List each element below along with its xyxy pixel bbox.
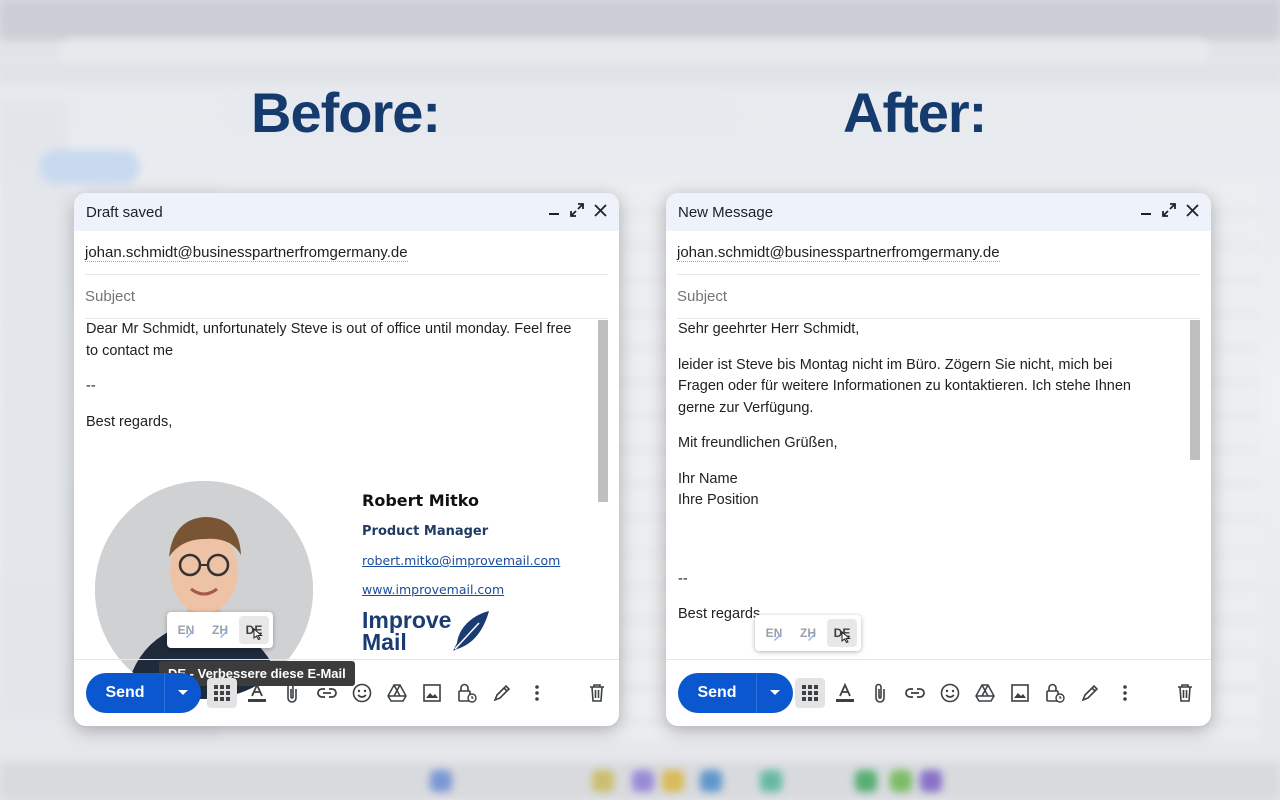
recipient-chip[interactable]: johan.schmidt@businesspartnerfromgermany… bbox=[85, 244, 408, 262]
signature-email-link[interactable]: robert.mitko@improvemail.com bbox=[362, 553, 560, 568]
lang-zh-button[interactable]: ZH bbox=[205, 616, 235, 644]
apps-icon[interactable] bbox=[795, 678, 825, 708]
body-separator: -- bbox=[86, 378, 96, 394]
compose-title: Draft saved bbox=[86, 203, 163, 221]
cursor-icon bbox=[253, 628, 263, 640]
scrollbar[interactable] bbox=[1190, 320, 1200, 460]
send-button[interactable]: Send bbox=[86, 673, 164, 713]
image-icon[interactable] bbox=[1009, 682, 1031, 704]
signature-role: Product Manager bbox=[362, 524, 489, 539]
confidential-lock-icon[interactable] bbox=[1044, 682, 1066, 704]
send-button-group: Send bbox=[678, 673, 793, 713]
minimize-icon[interactable] bbox=[548, 204, 560, 220]
feather-icon bbox=[453, 611, 490, 651]
message-body[interactable]: Dear Mr Schmidt, unfortunately Steve is … bbox=[86, 319, 586, 447]
chevron-down-icon bbox=[770, 690, 780, 695]
compose-header[interactable]: Draft saved bbox=[74, 193, 619, 231]
compose-window-before: Draft saved johan.schmidt@businesspartne… bbox=[74, 193, 619, 726]
to-field[interactable]: johan.schmidt@businesspartnerfromgermany… bbox=[677, 231, 1200, 275]
pen-icon bbox=[808, 633, 816, 641]
before-label: Before: bbox=[251, 81, 441, 144]
signature-pen-icon[interactable] bbox=[1079, 682, 1101, 704]
apps-icon[interactable] bbox=[207, 678, 237, 708]
drive-icon[interactable] bbox=[974, 682, 996, 704]
language-switcher: EN ZH DE bbox=[755, 615, 861, 651]
trash-icon[interactable] bbox=[586, 682, 608, 704]
confidential-lock-icon[interactable] bbox=[456, 682, 478, 704]
send-button-group: Send bbox=[86, 673, 201, 713]
body-position: Ihre Position bbox=[678, 492, 759, 508]
signature-website-link[interactable]: www.improvemail.com bbox=[362, 582, 560, 597]
expand-icon[interactable] bbox=[570, 203, 584, 221]
improvemail-logo: Improve Mail bbox=[362, 607, 560, 655]
close-icon[interactable] bbox=[1186, 203, 1199, 221]
link-icon[interactable] bbox=[904, 682, 926, 704]
body-paragraph: leider ist Steve bis Montag nicht im Bür… bbox=[678, 356, 1131, 416]
scrollbar[interactable] bbox=[598, 320, 608, 502]
subject-field[interactable]: Subject bbox=[677, 275, 1200, 319]
body-separator: -- bbox=[678, 570, 688, 587]
logo-line-1: Improve bbox=[362, 607, 452, 633]
minimize-icon[interactable] bbox=[1140, 204, 1152, 220]
logo-line-2: Mail bbox=[362, 629, 407, 655]
lang-zh-button[interactable]: ZH bbox=[793, 619, 823, 647]
after-label: After: bbox=[843, 81, 987, 144]
send-options-button[interactable] bbox=[164, 673, 201, 713]
lang-en-button[interactable]: EN bbox=[759, 619, 789, 647]
more-options-icon[interactable] bbox=[1114, 682, 1136, 704]
emoji-icon[interactable] bbox=[351, 682, 373, 704]
trash-icon[interactable] bbox=[1174, 682, 1196, 704]
drive-icon[interactable] bbox=[386, 682, 408, 704]
close-icon[interactable] bbox=[594, 203, 607, 221]
signature-pen-icon[interactable] bbox=[491, 682, 513, 704]
cursor-icon bbox=[841, 631, 851, 643]
text-format-icon[interactable] bbox=[834, 682, 856, 704]
send-button[interactable]: Send bbox=[678, 673, 756, 713]
pen-icon bbox=[220, 630, 228, 638]
pen-icon bbox=[186, 630, 194, 638]
more-options-icon[interactable] bbox=[526, 682, 548, 704]
link-icon[interactable] bbox=[316, 682, 338, 704]
message-body[interactable]: Sehr geehrter Herr Schmidt, leider ist S… bbox=[678, 319, 1178, 640]
compose-toolbar: Send bbox=[666, 659, 1211, 726]
compose-header[interactable]: New Message bbox=[666, 193, 1211, 231]
body-name: Ihr Name bbox=[678, 470, 738, 487]
attach-icon[interactable] bbox=[281, 682, 303, 704]
compose-window-after: New Message johan.schmidt@businesspartne… bbox=[666, 193, 1211, 726]
image-icon[interactable] bbox=[421, 682, 443, 704]
body-regards: Best regards bbox=[678, 606, 761, 622]
lang-de-button[interactable]: DE bbox=[827, 619, 857, 647]
body-closing: Best regards, bbox=[86, 413, 173, 430]
body-closing: Mit freundlichen Grüßen, bbox=[678, 435, 838, 451]
compose-title: New Message bbox=[678, 203, 774, 221]
recipient-chip[interactable]: johan.schmidt@businesspartnerfromgermany… bbox=[677, 244, 1000, 262]
to-field[interactable]: johan.schmidt@businesspartnerfromgermany… bbox=[85, 231, 608, 275]
compose-toolbar: Send bbox=[74, 659, 619, 726]
lang-de-button[interactable]: DE bbox=[239, 616, 269, 644]
send-options-button[interactable] bbox=[756, 673, 793, 713]
attach-icon[interactable] bbox=[869, 682, 891, 704]
language-switcher: EN ZH DE bbox=[167, 612, 273, 648]
body-greeting: Sehr geehrter Herr Schmidt, bbox=[678, 321, 860, 337]
emoji-icon[interactable] bbox=[939, 682, 961, 704]
signature-name: Robert Mitko bbox=[362, 491, 479, 510]
chevron-down-icon bbox=[178, 690, 188, 695]
text-format-icon[interactable] bbox=[246, 682, 268, 704]
expand-icon[interactable] bbox=[1162, 203, 1176, 221]
lang-en-button[interactable]: EN bbox=[171, 616, 201, 644]
pen-icon bbox=[774, 633, 782, 641]
body-paragraph: Dear Mr Schmidt, unfortunately Steve is … bbox=[86, 321, 572, 359]
subject-field[interactable]: Subject bbox=[85, 275, 608, 319]
email-signature: Robert Mitko Product Manager robert.mitk… bbox=[362, 491, 560, 655]
